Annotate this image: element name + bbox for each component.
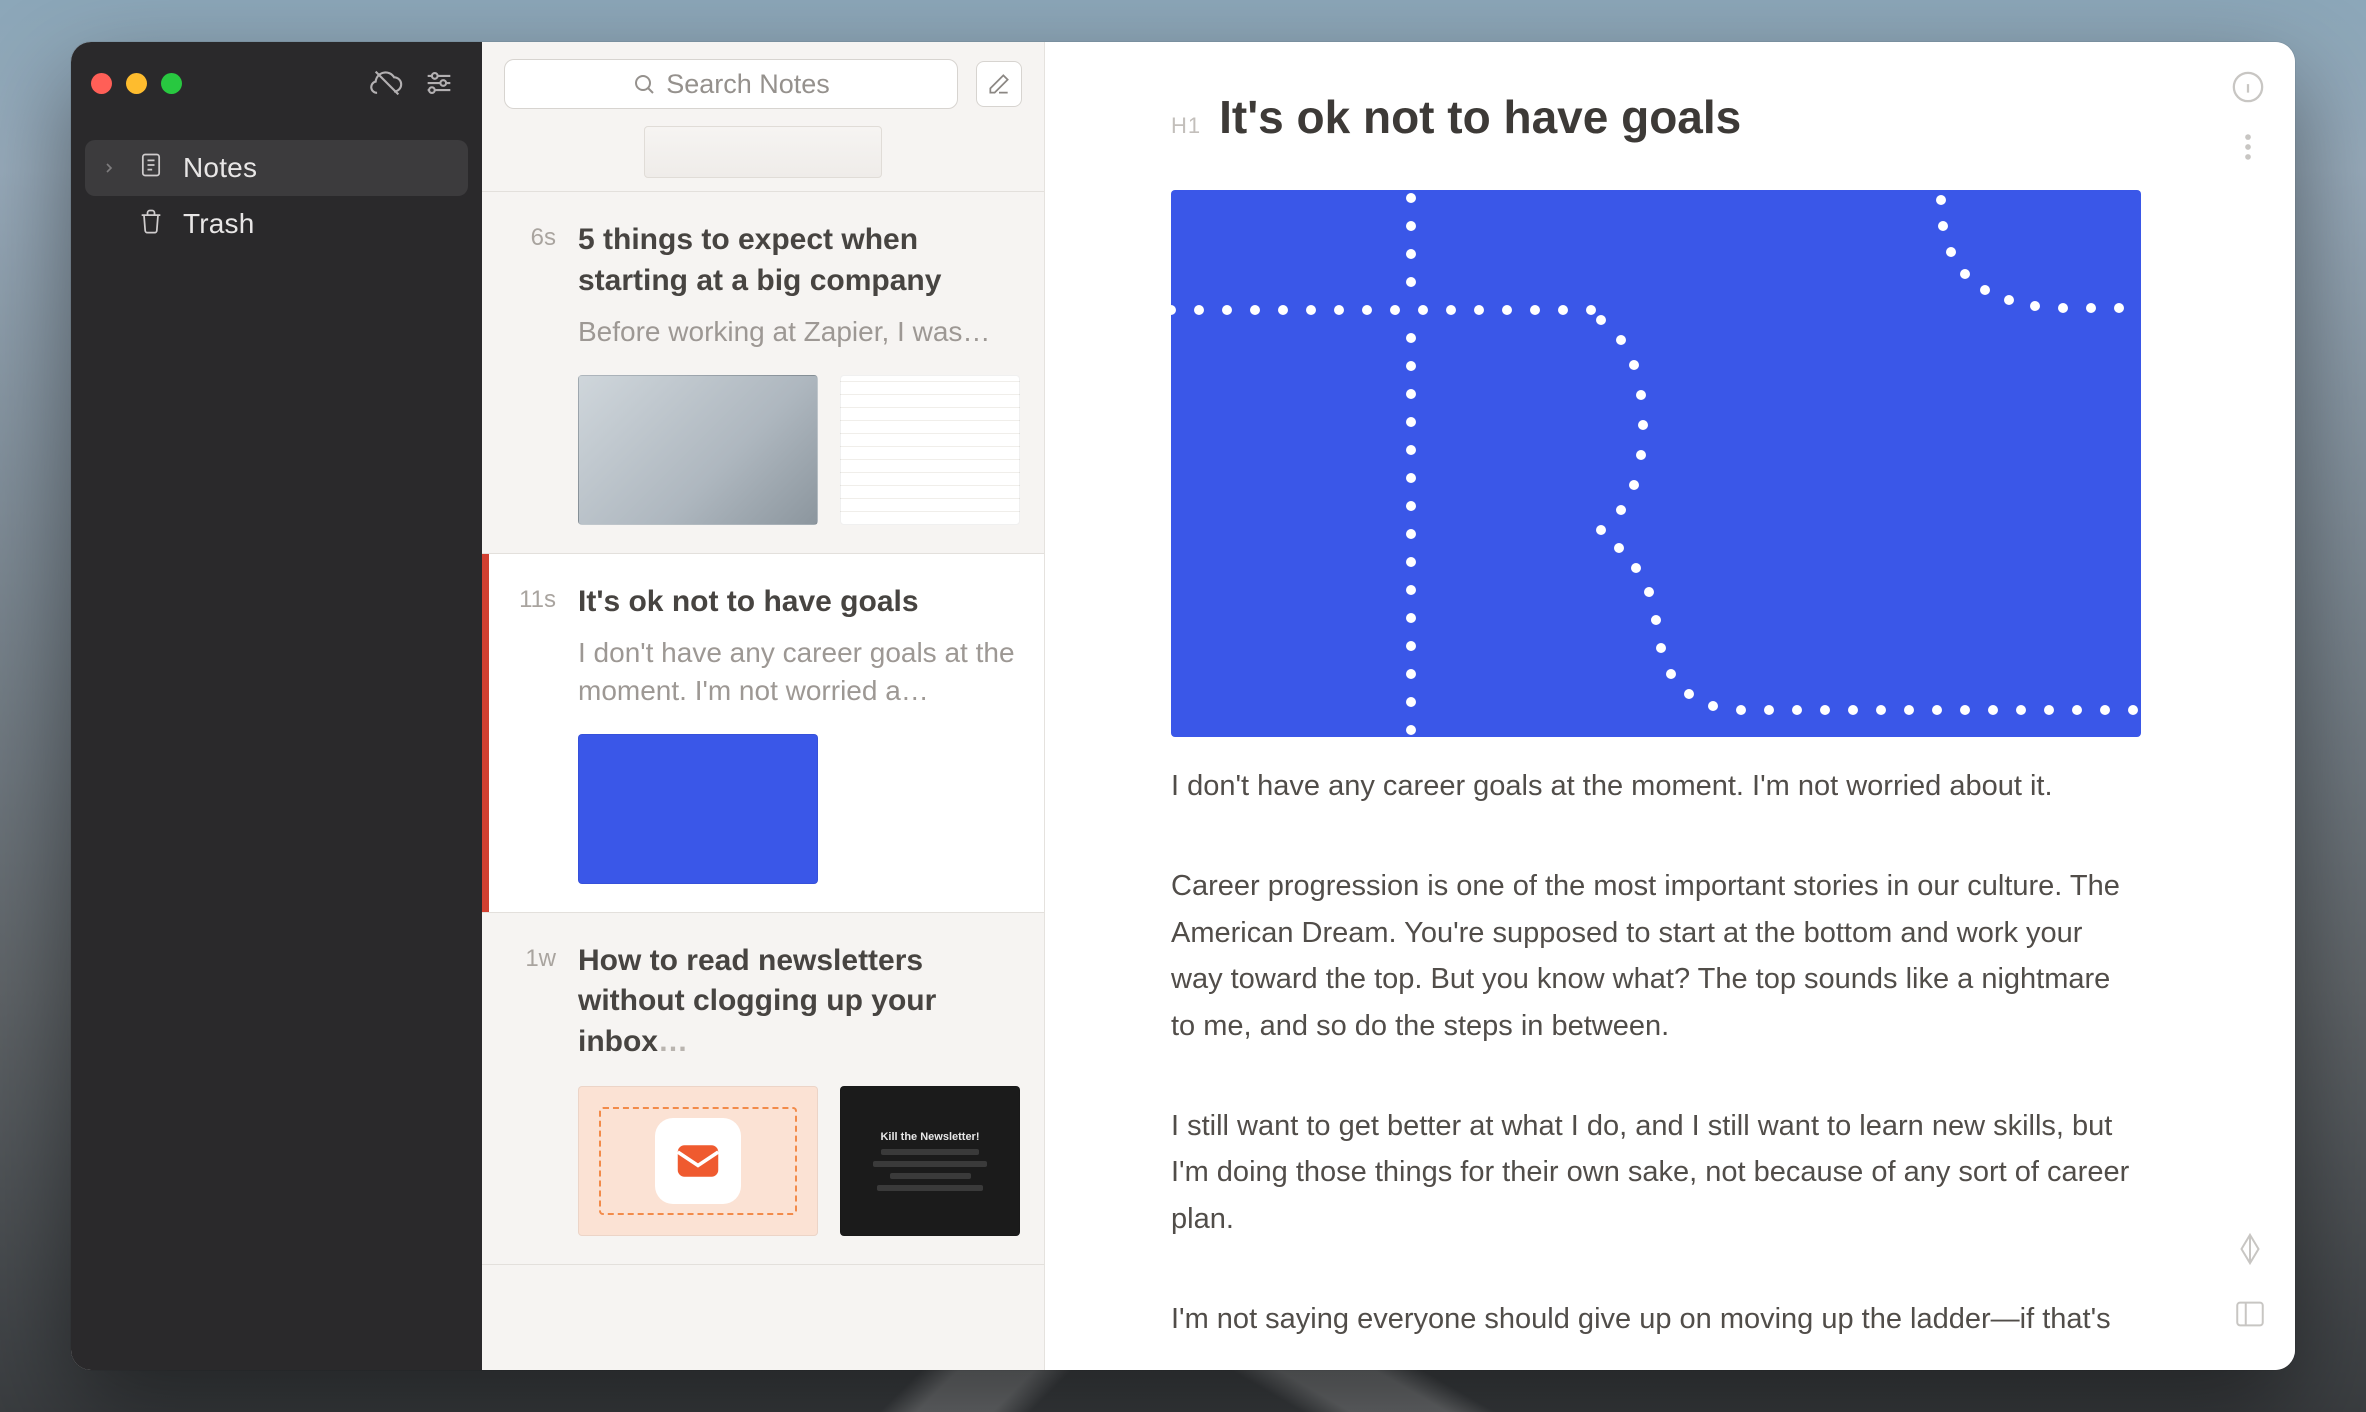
mail-icon bbox=[655, 1118, 741, 1204]
editor-pane[interactable]: H1 It's ok not to have goals I bbox=[1045, 42, 2295, 1370]
settings-icon[interactable] bbox=[416, 60, 462, 106]
folder-list: Notes Trash bbox=[71, 124, 482, 268]
page-title[interactable]: It's ok not to have goals bbox=[1219, 90, 1741, 144]
fullscreen-window-button[interactable] bbox=[161, 73, 182, 94]
previous-note-peek[interactable] bbox=[482, 126, 1044, 192]
note-scroll[interactable]: 6s 5 things to expect when starting at a… bbox=[482, 126, 1044, 1370]
note-thumbs: Kill the Newsletter! bbox=[578, 1086, 1016, 1236]
thumb-illustration bbox=[578, 1086, 818, 1236]
minimize-window-button[interactable] bbox=[126, 73, 147, 94]
note-item-selected[interactable]: 11s It's ok not to have goals I don't ha… bbox=[482, 554, 1044, 913]
editor-bottom-icons bbox=[2233, 1232, 2267, 1336]
note-title: How to read newsletters without clogging… bbox=[578, 941, 1016, 1063]
heading-level-tag: H1 bbox=[1171, 113, 1201, 139]
note-thumbs bbox=[578, 734, 1016, 884]
sidebar-item-label: Trash bbox=[183, 208, 255, 240]
compose-icon bbox=[986, 71, 1012, 97]
sidebar: Notes Trash bbox=[71, 42, 482, 1370]
hero-illustration bbox=[1171, 190, 2141, 737]
search-placeholder: Search Notes bbox=[666, 69, 830, 100]
pen-icon[interactable] bbox=[2233, 1232, 2267, 1271]
panel-icon[interactable] bbox=[2233, 1297, 2267, 1336]
app-window: Notes Trash Search Notes bbox=[71, 42, 2295, 1370]
note-excerpt: I don't have any career goals at the mom… bbox=[578, 634, 1016, 710]
paragraph[interactable]: I'm not saying everyone should give up o… bbox=[1171, 1296, 2141, 1342]
note-title: It's ok not to have goals bbox=[578, 582, 1016, 623]
note-age: 1w bbox=[500, 941, 556, 1063]
note-thumbs bbox=[578, 375, 1016, 525]
chevron-right-icon bbox=[97, 160, 121, 176]
paragraph[interactable]: I don't have any career goals at the mom… bbox=[1171, 763, 2141, 809]
paragraph[interactable]: I still want to get better at what I do,… bbox=[1171, 1103, 2141, 1242]
heading-row: H1 It's ok not to have goals bbox=[1171, 90, 2159, 144]
close-window-button[interactable] bbox=[91, 73, 112, 94]
note-title: 5 things to expect when starting at a bi… bbox=[578, 220, 1016, 301]
note-item[interactable]: 1w How to read newsletters without clogg… bbox=[482, 913, 1044, 1266]
trash-icon bbox=[137, 207, 167, 242]
info-icon[interactable] bbox=[2231, 70, 2267, 106]
thumb-illustration bbox=[578, 734, 818, 884]
new-note-button[interactable] bbox=[976, 61, 1022, 107]
note-item[interactable]: 6s 5 things to expect when starting at a… bbox=[482, 192, 1044, 554]
note-age: 6s bbox=[500, 220, 556, 351]
note-list-pane: Search Notes 6s 5 things to expect when … bbox=[482, 42, 1045, 1370]
note-excerpt: Before working at Zapier, I was… bbox=[578, 313, 1016, 351]
note-age: 11s bbox=[500, 582, 556, 710]
thumb-photo bbox=[578, 375, 818, 525]
sync-icon[interactable] bbox=[364, 60, 410, 106]
window-controls bbox=[91, 73, 182, 94]
sidebar-item-trash[interactable]: Trash bbox=[85, 196, 468, 252]
search-input[interactable]: Search Notes bbox=[504, 59, 958, 109]
note-icon bbox=[137, 151, 167, 186]
editor-top-icons bbox=[2231, 70, 2267, 166]
sidebar-item-label: Notes bbox=[183, 152, 257, 184]
hero-image bbox=[1171, 190, 2141, 737]
title-bar bbox=[71, 42, 482, 124]
more-icon[interactable] bbox=[2231, 130, 2267, 166]
thumb-screenshot bbox=[840, 375, 1020, 525]
list-toolbar: Search Notes bbox=[482, 42, 1044, 126]
paragraph[interactable]: Career progression is one of the most im… bbox=[1171, 863, 2141, 1049]
sidebar-item-notes[interactable]: Notes bbox=[85, 140, 468, 196]
search-icon bbox=[632, 72, 656, 96]
thumb-screenshot: Kill the Newsletter! bbox=[840, 1086, 1020, 1236]
